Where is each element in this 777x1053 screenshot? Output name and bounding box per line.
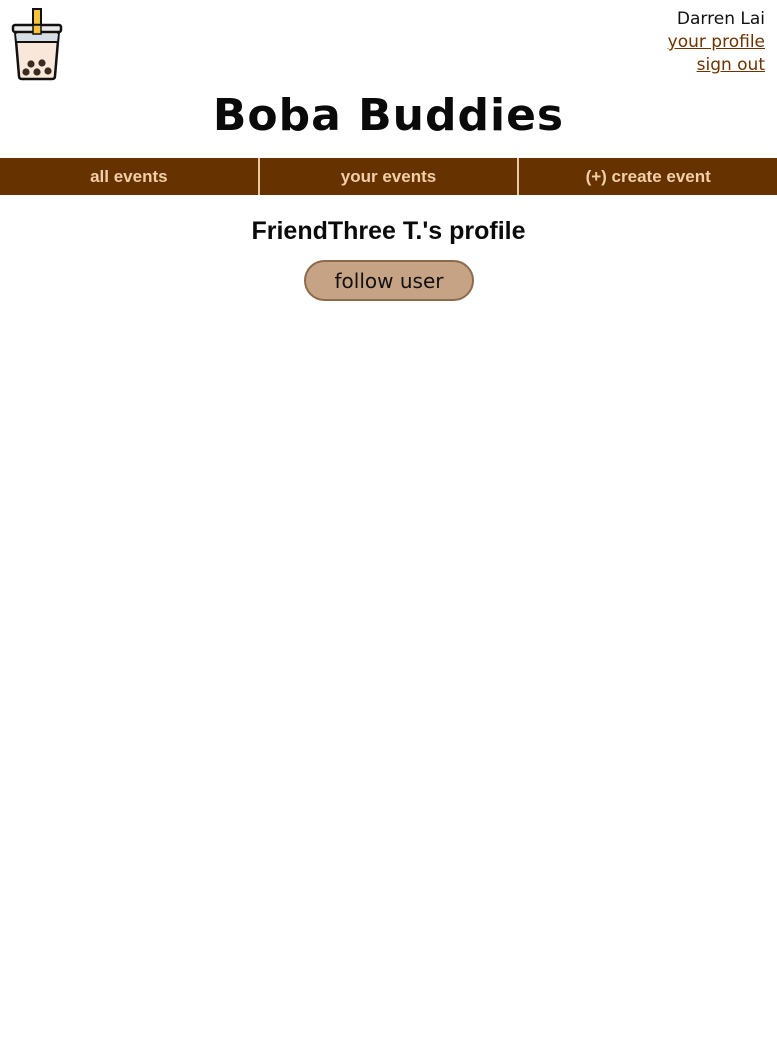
follow-user-button[interactable]: follow user xyxy=(304,260,474,301)
your-profile-link[interactable]: your profile xyxy=(668,31,765,54)
nav-create-event[interactable]: (+) create event xyxy=(517,158,777,195)
main-nav: all events your events (+) create event xyxy=(0,158,777,195)
profile-heading: FriendThree T.'s profile xyxy=(251,217,526,245)
site-title: Boba Buddies xyxy=(212,90,565,141)
user-menu: Darren Lai your profile sign out xyxy=(668,8,765,77)
user-name: Darren Lai xyxy=(676,9,765,29)
nav-your-events[interactable]: your events xyxy=(257,158,518,195)
boba-tea-cup-icon[interactable] xyxy=(11,8,63,82)
page: Darren Lai your profile sign out Boba Bu… xyxy=(0,0,777,1053)
sign-out-link[interactable]: sign out xyxy=(668,54,765,77)
nav-all-events[interactable]: all events xyxy=(0,158,258,195)
